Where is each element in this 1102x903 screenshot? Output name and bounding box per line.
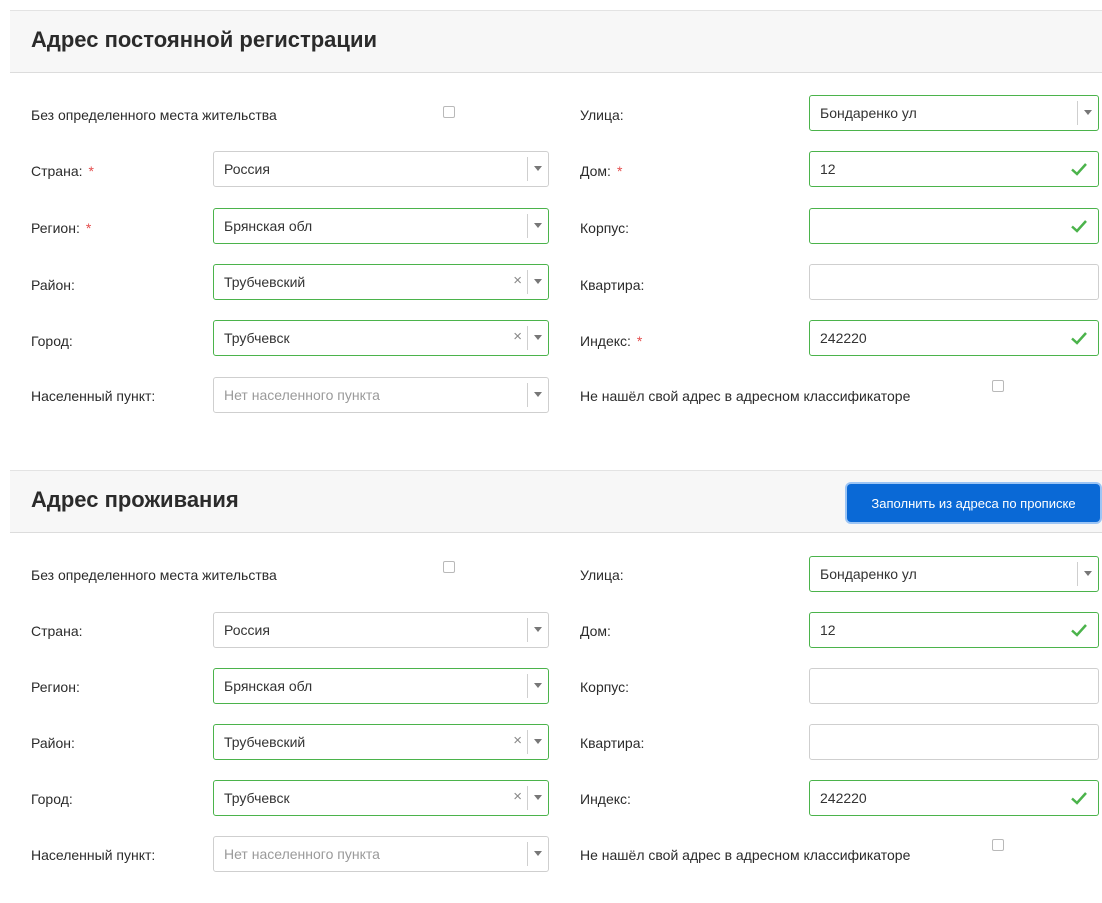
check-icon	[1071, 792, 1087, 805]
chevron-down-icon	[534, 335, 542, 340]
residence-no-fixed-residence-label: Без определенного места жительства	[31, 567, 277, 583]
registration-country-label: Страна: *	[31, 163, 94, 179]
close-icon[interactable]: ×	[513, 328, 522, 345]
registration-section-header: Адрес постоянной регистрации	[10, 10, 1102, 73]
registration-building-input[interactable]	[809, 208, 1099, 244]
registration-region-value: Брянская обл	[224, 218, 313, 234]
residence-not-found-checkbox[interactable]	[992, 839, 1004, 851]
registration-street-select[interactable]: Бондаренко ул	[809, 95, 1099, 131]
check-icon	[1071, 332, 1087, 345]
chevron-down-icon	[534, 223, 542, 228]
residence-region-value: Брянская обл	[224, 678, 313, 694]
residence-settlement-label: Населенный пункт:	[31, 847, 156, 863]
residence-house-value: 12	[820, 622, 836, 638]
residence-district-value: Трубчевский	[224, 734, 306, 750]
registration-house-input[interactable]: 12	[809, 151, 1099, 187]
registration-street-value: Бондаренко ул	[820, 105, 917, 121]
chevron-down-icon	[534, 795, 542, 800]
registration-section-title: Адрес постоянной регистрации	[31, 27, 377, 52]
chevron-down-icon	[534, 851, 542, 856]
residence-street-value: Бондаренко ул	[820, 566, 917, 582]
residence-settlement-select[interactable]: Нет населенного пункта	[213, 836, 549, 872]
registration-region-select[interactable]: Брянская обл	[213, 208, 549, 244]
registration-postcode-value: 242220	[820, 330, 867, 346]
chevron-down-icon	[1084, 571, 1092, 576]
registration-country-value: Россия	[224, 161, 270, 177]
chevron-down-icon	[534, 627, 542, 632]
registration-city-value: Трубчевск	[224, 330, 290, 346]
residence-postcode-value: 242220	[820, 790, 867, 806]
residence-building-input[interactable]	[809, 668, 1099, 704]
registration-settlement-select[interactable]: Нет населенного пункта	[213, 377, 549, 413]
residence-section-title: Адрес проживания	[31, 487, 239, 512]
registration-district-label: Район:	[31, 277, 75, 293]
registration-house-value: 12	[820, 161, 836, 177]
close-icon[interactable]: ×	[513, 272, 522, 289]
registration-apartment-input[interactable]	[809, 264, 1099, 300]
residence-street-select[interactable]: Бондаренко ул	[809, 556, 1099, 592]
registration-district-select[interactable]: Трубчевский ×	[213, 264, 549, 300]
registration-district-value: Трубчевский	[224, 274, 306, 290]
chevron-down-icon	[534, 392, 542, 397]
registration-settlement-label: Населенный пункт:	[31, 388, 156, 404]
registration-street-label: Улица:	[580, 107, 624, 123]
residence-not-found-label: Не нашёл свой адрес в адресном классифик…	[580, 847, 911, 863]
residence-section-header: Адрес проживания Заполнить из адреса по …	[10, 470, 1102, 533]
residence-region-select[interactable]: Брянская обл	[213, 668, 549, 704]
registration-postcode-input[interactable]: 242220	[809, 320, 1099, 356]
chevron-down-icon	[534, 739, 542, 744]
residence-country-select[interactable]: Россия	[213, 612, 549, 648]
residence-postcode-label: Индекс:	[580, 791, 631, 807]
chevron-down-icon	[534, 279, 542, 284]
residence-country-label: Страна:	[31, 623, 83, 639]
residence-settlement-placeholder: Нет населенного пункта	[224, 846, 380, 862]
registration-city-label: Город:	[31, 333, 73, 349]
residence-district-label: Район:	[31, 735, 75, 751]
registration-settlement-placeholder: Нет населенного пункта	[224, 387, 380, 403]
registration-city-select[interactable]: Трубчевск ×	[213, 320, 549, 356]
close-icon[interactable]: ×	[513, 732, 522, 749]
check-icon	[1071, 220, 1087, 233]
residence-house-input[interactable]: 12	[809, 612, 1099, 648]
residence-postcode-input[interactable]: 242220	[809, 780, 1099, 816]
registration-postcode-label: Индекс: *	[580, 333, 643, 349]
registration-region-label: Регион: *	[31, 220, 92, 236]
check-icon	[1071, 624, 1087, 637]
residence-city-select[interactable]: Трубчевск ×	[213, 780, 549, 816]
residence-district-select[interactable]: Трубчевский ×	[213, 724, 549, 760]
residence-house-label: Дом:	[580, 623, 611, 639]
chevron-down-icon	[534, 166, 542, 171]
residence-country-value: Россия	[224, 622, 270, 638]
residence-street-label: Улица:	[580, 567, 624, 583]
registration-no-fixed-residence-checkbox[interactable]	[443, 106, 455, 118]
registration-country-select[interactable]: Россия	[213, 151, 549, 187]
close-icon[interactable]: ×	[513, 788, 522, 805]
chevron-down-icon	[534, 683, 542, 688]
registration-apartment-label: Квартира:	[580, 277, 645, 293]
registration-building-label: Корпус:	[580, 220, 630, 236]
residence-region-label: Регион:	[31, 679, 80, 695]
residence-no-fixed-residence-checkbox[interactable]	[443, 561, 455, 573]
registration-not-found-checkbox[interactable]	[992, 380, 1004, 392]
registration-no-fixed-residence-label: Без определенного места жительства	[31, 107, 277, 123]
registration-not-found-label: Не нашёл свой адрес в адресном классифик…	[580, 388, 911, 404]
fill-from-registration-button[interactable]: Заполнить из адреса по прописке	[847, 484, 1100, 522]
registration-house-label: Дом: *	[580, 163, 623, 179]
check-icon	[1071, 163, 1087, 176]
residence-city-label: Город:	[31, 791, 73, 807]
residence-apartment-input[interactable]	[809, 724, 1099, 760]
chevron-down-icon	[1084, 110, 1092, 115]
residence-city-value: Трубчевск	[224, 790, 290, 806]
residence-apartment-label: Квартира:	[580, 735, 645, 751]
residence-building-label: Корпус:	[580, 679, 630, 695]
